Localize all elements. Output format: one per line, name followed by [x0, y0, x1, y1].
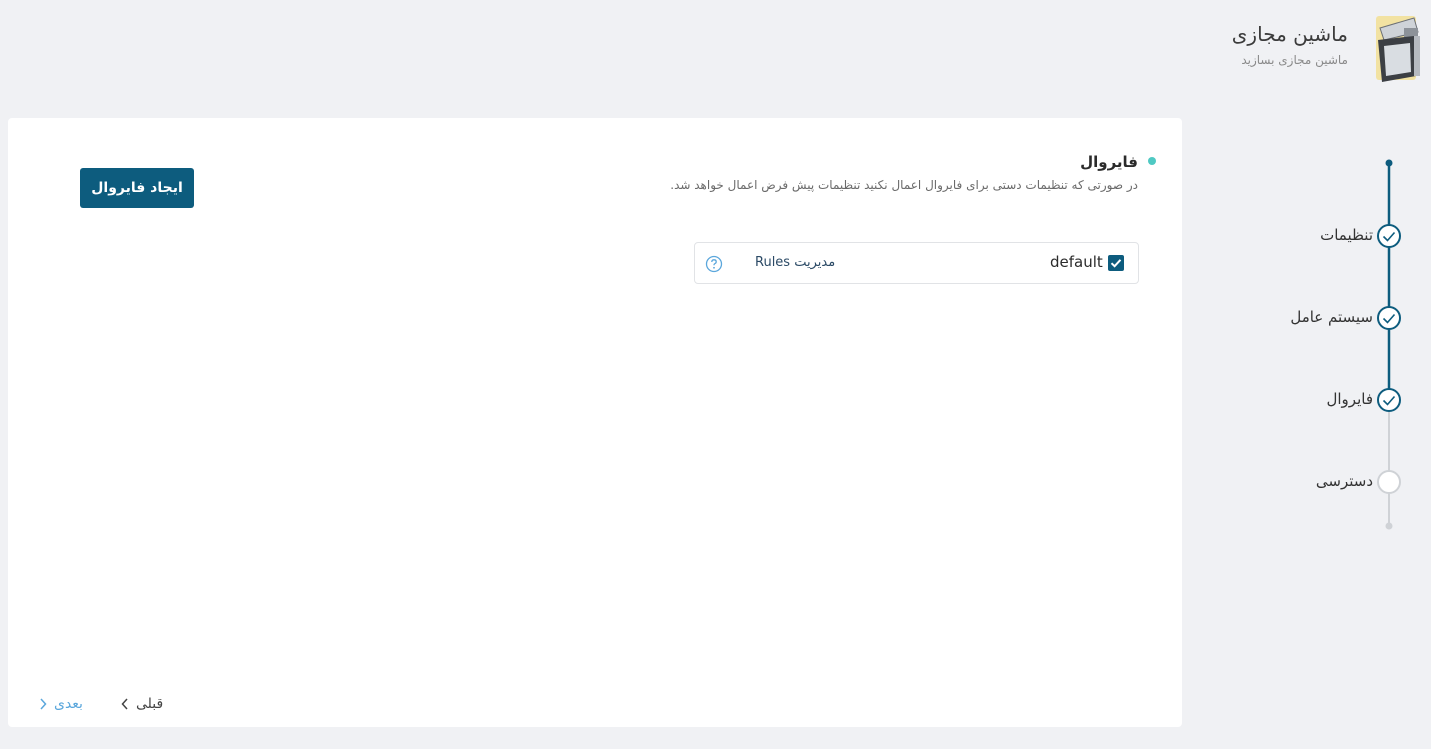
virtual-machine-icon — [1376, 16, 1420, 82]
next-label: بعدی — [54, 696, 83, 712]
stepper-track — [1377, 159, 1401, 530]
manage-rules-link[interactable]: مدیریت Rules — [755, 255, 835, 270]
next-button[interactable]: بعدی — [38, 696, 83, 712]
section-description: در صورتی که تنظیمات دستی برای فایروال اع… — [670, 178, 1138, 192]
main-card — [8, 118, 1182, 727]
step-settings[interactable]: تنظیمات — [1320, 226, 1373, 244]
firewall-row: default مدیریت Rules — [694, 242, 1139, 284]
step-os[interactable]: سیستم عامل — [1290, 308, 1373, 326]
chevron-left-icon — [121, 698, 128, 710]
page-subtitle: ماشین مجازی بسازید — [1241, 53, 1348, 67]
step-firewall[interactable]: فایروال — [1326, 390, 1373, 408]
step-access[interactable]: دسترسی — [1316, 472, 1373, 490]
check-icon — [1110, 259, 1122, 268]
firewall-name: default — [1050, 253, 1103, 271]
question-icon[interactable] — [705, 255, 723, 273]
section-title: فایروال — [1080, 153, 1138, 171]
stepper: تنظیمات سیستم عامل فایروال دسترسی — [1240, 150, 1431, 550]
page: ماشین مجازی ماشین مجازی بسازید فایروال د… — [0, 0, 1431, 749]
page-title: ماشین مجازی — [1231, 22, 1348, 46]
chevron-right-icon — [40, 698, 47, 710]
previous-button[interactable]: قبلی — [120, 696, 163, 712]
firewall-checkbox[interactable] — [1108, 255, 1124, 271]
step-os-icon — [1377, 306, 1401, 330]
previous-label: قبلی — [136, 696, 164, 712]
step-settings-icon — [1377, 224, 1401, 248]
step-firewall-icon — [1377, 388, 1401, 412]
create-firewall-button[interactable]: ایجاد فایروال — [80, 168, 194, 208]
section-indicator-dot — [1148, 157, 1156, 165]
step-access-icon — [1377, 470, 1401, 494]
